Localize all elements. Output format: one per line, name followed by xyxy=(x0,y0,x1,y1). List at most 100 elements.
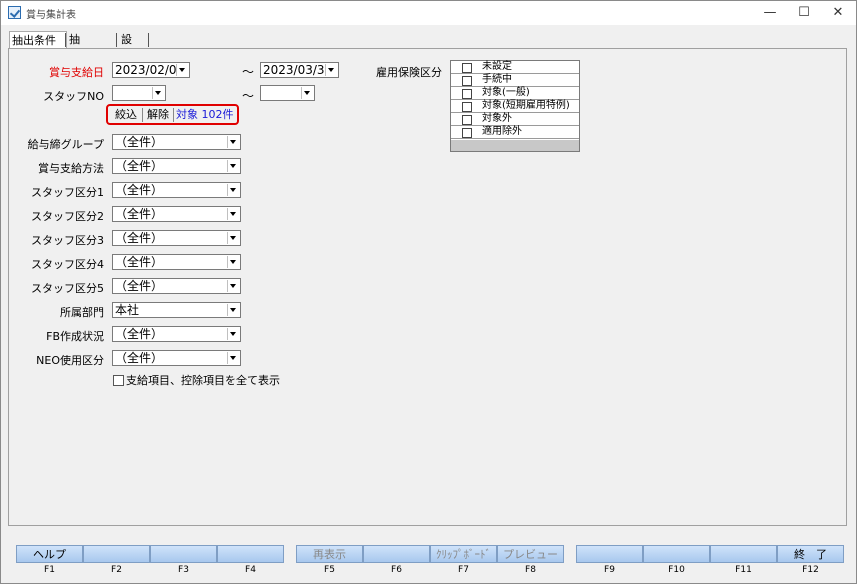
chevron-down-icon[interactable] xyxy=(227,352,239,364)
list-item[interactable]: 未設定 xyxy=(451,61,579,74)
list-item[interactable]: 対象外 xyxy=(451,113,579,126)
chevron-down-icon[interactable] xyxy=(301,87,313,99)
tab-extract-results[interactable]: 抽出結果 xyxy=(67,31,82,97)
f9-button[interactable] xyxy=(576,545,643,563)
field-label: スタッフ区分3 xyxy=(31,234,104,247)
list-item[interactable]: 対象(短期雇用特例) xyxy=(451,100,579,113)
tab-settings[interactable]: 設定 xyxy=(119,31,134,63)
app-window: 賞与集計表 — ☐ ✕ 抽出条件 抽出結果 設定 賞与支給日 2023/02/0… xyxy=(0,0,857,584)
checkbox[interactable] xyxy=(462,89,472,99)
field-label: NEO使用区分 xyxy=(36,354,104,367)
field-value: 本社 xyxy=(115,303,140,317)
fkey-label: F3 xyxy=(178,565,189,575)
pay-date-from-combo[interactable]: 2023/02/01 xyxy=(112,62,190,78)
staff-category-1-combo[interactable]: （全件） xyxy=(112,182,241,198)
f11-button[interactable] xyxy=(710,545,777,563)
department-combo[interactable]: 本社 xyxy=(112,302,241,318)
list-item[interactable]: 対象(一般) xyxy=(451,87,579,100)
fkey-label: F1 xyxy=(44,565,55,575)
staff-category-4-combo[interactable]: （全件） xyxy=(112,254,241,270)
checkbox[interactable] xyxy=(462,102,472,112)
f6-button[interactable] xyxy=(363,545,430,563)
checkbox[interactable] xyxy=(462,128,472,138)
tab-extract-conditions[interactable]: 抽出条件 xyxy=(9,31,67,49)
field-label: スタッフ区分2 xyxy=(31,210,104,223)
chevron-down-icon[interactable] xyxy=(227,208,239,220)
range-tilde: ～ xyxy=(242,65,255,79)
f5-refresh-button[interactable]: 再表示 xyxy=(296,545,363,563)
field-value: （全件） xyxy=(115,279,164,293)
chevron-down-icon[interactable] xyxy=(227,232,239,244)
narrow-button[interactable]: 絞込 xyxy=(113,107,139,123)
field-value: （全件） xyxy=(115,231,164,245)
list-item-label: 対象(短期雇用特例) xyxy=(482,100,570,111)
chevron-down-icon[interactable] xyxy=(227,328,239,340)
fkey-label: F8 xyxy=(525,565,536,575)
f2-button[interactable] xyxy=(83,545,150,563)
fkey-label: F7 xyxy=(458,565,469,575)
chevron-down-icon[interactable] xyxy=(227,160,239,172)
field-label: 給与締グループ xyxy=(27,138,104,151)
neo-usage-combo[interactable]: （全件） xyxy=(112,350,241,366)
field-value: （全件） xyxy=(115,255,164,269)
chevron-down-icon[interactable] xyxy=(325,64,337,76)
f12-exit-button[interactable]: 終 了 xyxy=(777,545,844,563)
checkbox[interactable] xyxy=(462,76,472,86)
fkey-label: F2 xyxy=(111,565,122,575)
f10-button[interactable] xyxy=(643,545,710,563)
list-item[interactable]: 適用除外 xyxy=(451,126,579,139)
checkbox[interactable] xyxy=(462,115,472,125)
pay-date-to-combo[interactable]: 2023/03/31 xyxy=(260,62,339,78)
checkbox[interactable] xyxy=(462,63,472,73)
chevron-down-icon[interactable] xyxy=(227,304,239,316)
app-icon xyxy=(8,6,21,19)
show-all-checkbox[interactable] xyxy=(113,375,124,386)
staff-category-5-combo[interactable]: （全件） xyxy=(112,278,241,294)
field-label: スタッフ区分1 xyxy=(31,186,104,199)
pay-group-combo[interactable]: （全件） xyxy=(112,134,241,150)
field-label: 賞与支給方法 xyxy=(38,162,104,175)
f1-help-button[interactable]: ヘルプ xyxy=(16,545,83,563)
f7-clipboard-button[interactable]: ｸﾘｯﾌﾟﾎﾞｰﾄﾞ xyxy=(430,545,497,563)
target-count: 対象 102件 xyxy=(176,108,234,121)
f3-button[interactable] xyxy=(150,545,217,563)
window-title: 賞与集計表 xyxy=(26,10,76,21)
chevron-down-icon[interactable] xyxy=(227,136,239,148)
chevron-down-icon[interactable] xyxy=(176,64,188,76)
fkey-label: F12 xyxy=(802,565,819,575)
chevron-down-icon[interactable] xyxy=(227,184,239,196)
pay-date-to-value: 2023/03/31 xyxy=(263,63,333,77)
minimize-button[interactable]: — xyxy=(753,1,787,25)
clear-button[interactable]: 解除 xyxy=(145,107,171,123)
pay-date-from-value: 2023/02/01 xyxy=(115,63,185,77)
field-value: （全件） xyxy=(115,207,164,221)
pay-date-label: 賞与支給日 xyxy=(49,66,104,79)
list-item-label: 対象外 xyxy=(482,113,512,124)
field-label: スタッフ区分4 xyxy=(31,258,104,271)
f8-preview-button[interactable]: プレビュー xyxy=(497,545,564,563)
show-all-label[interactable]: 支給項目、控除項目を全て表示 xyxy=(126,372,280,388)
staff-category-2-combo[interactable]: （全件） xyxy=(112,206,241,222)
fkey-label: F6 xyxy=(391,565,402,575)
staff-no-from-combo[interactable] xyxy=(112,85,166,101)
list-item-label: 適用除外 xyxy=(482,126,522,137)
chevron-down-icon[interactable] xyxy=(152,87,164,99)
maximize-button[interactable]: ☐ xyxy=(787,1,821,25)
list-item-label: 未設定 xyxy=(482,61,512,72)
chevron-down-icon[interactable] xyxy=(227,256,239,268)
tab-separator xyxy=(116,33,117,47)
filter-separator xyxy=(173,108,174,122)
title-bar: 賞与集計表 — ☐ ✕ xyxy=(1,1,856,25)
field-value: （全件） xyxy=(115,159,164,173)
payment-method-combo[interactable]: （全件） xyxy=(112,158,241,174)
staff-category-3-combo[interactable]: （全件） xyxy=(112,230,241,246)
close-button[interactable]: ✕ xyxy=(821,1,855,25)
fkey-label: F9 xyxy=(604,565,615,575)
chevron-down-icon[interactable] xyxy=(227,280,239,292)
staff-no-to-combo[interactable] xyxy=(260,85,315,101)
tab-separator xyxy=(148,33,149,47)
tab-separator xyxy=(65,33,66,47)
list-item[interactable]: 手続中 xyxy=(451,74,579,87)
f4-button[interactable] xyxy=(217,545,284,563)
fb-status-combo[interactable]: （全件） xyxy=(112,326,241,342)
